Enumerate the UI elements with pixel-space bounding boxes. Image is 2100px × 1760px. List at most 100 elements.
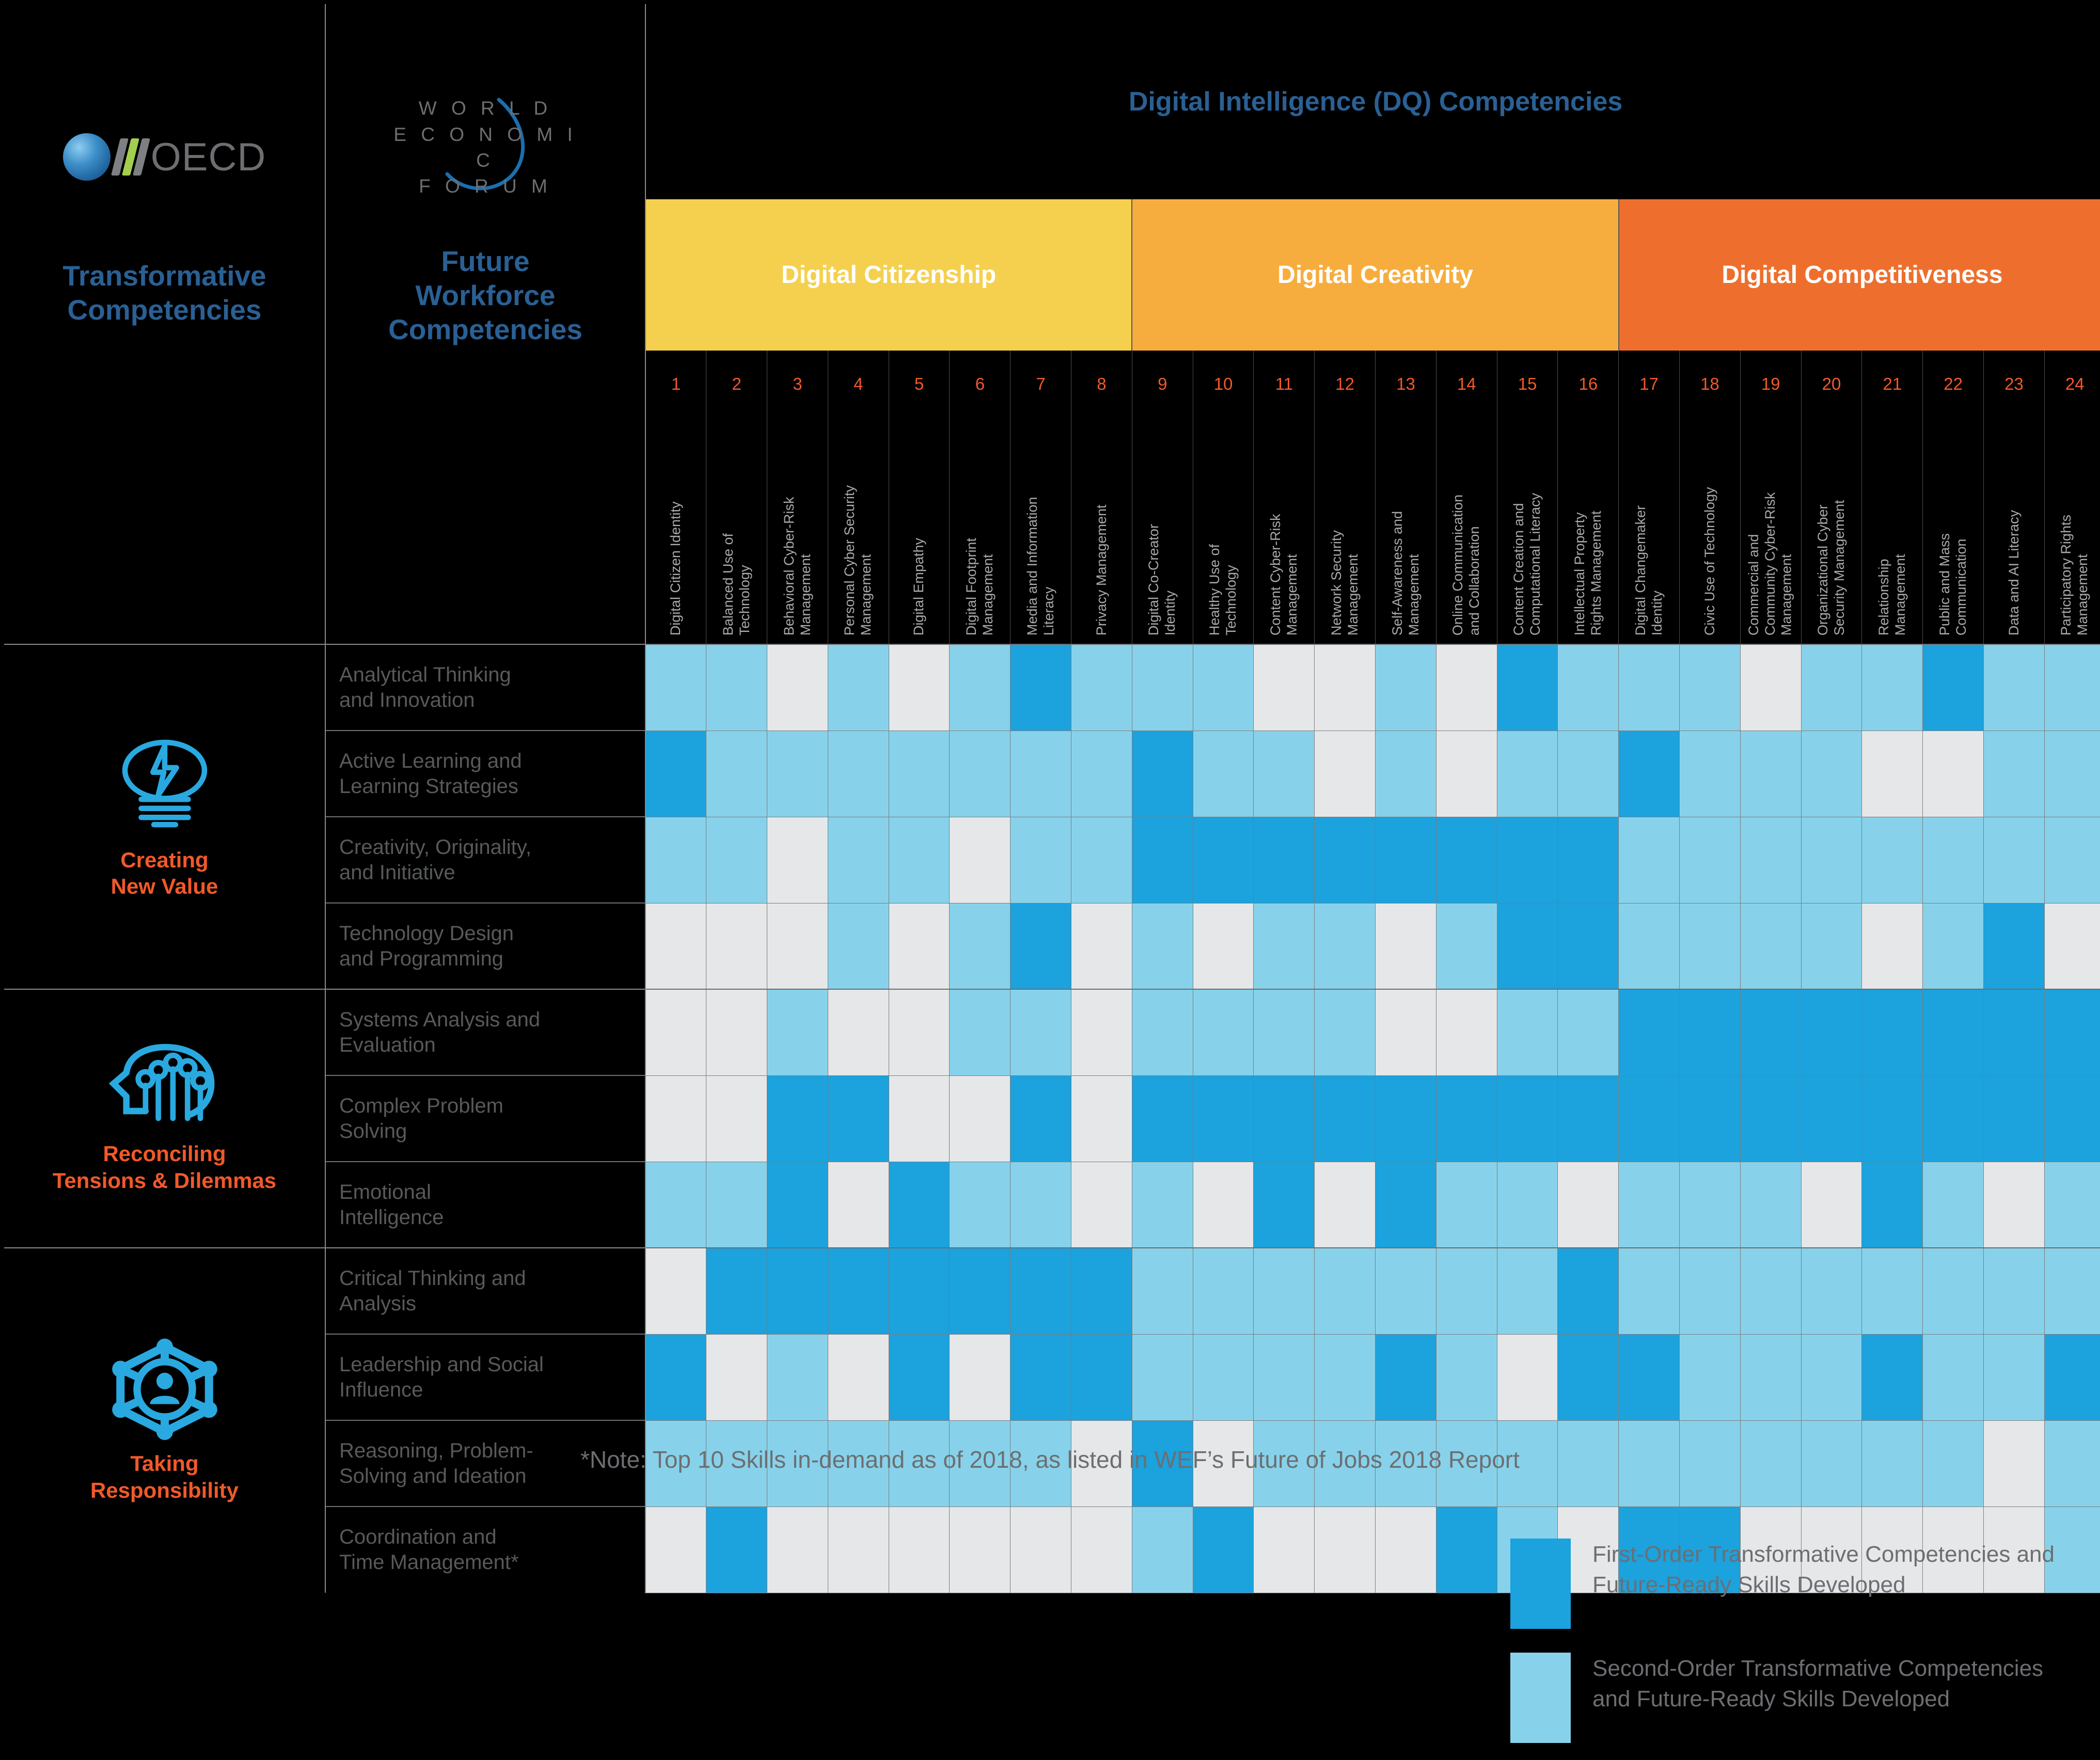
matrix-cell <box>888 1506 950 1593</box>
matrix-cell <box>1679 1334 1741 1421</box>
legend-swatch-second-order <box>1510 1653 1571 1743</box>
matrix-cell <box>1618 816 1680 903</box>
matrix-cell <box>767 1334 828 1421</box>
matrix-cell <box>1253 902 1315 990</box>
group-label: Creating New Value <box>110 847 218 898</box>
column-header-23: Data and AI Literacy <box>1983 417 2045 644</box>
matrix-cell <box>1679 902 1741 990</box>
matrix-cell <box>706 902 768 990</box>
row-header-label: Systems Analysis and Evaluation <box>325 989 646 1075</box>
matrix-cell <box>1983 644 2045 731</box>
matrix-cell <box>1679 989 1741 1076</box>
matrix-cell <box>1375 1247 1436 1335</box>
matrix-cell <box>1010 816 1072 903</box>
matrix-cell <box>827 644 889 731</box>
matrix-cell <box>1131 644 1193 731</box>
matrix-cell <box>1557 730 1619 817</box>
matrix-cell <box>1010 1506 1072 1593</box>
matrix-cell <box>1314 816 1376 903</box>
column-header-13: Self-Awareness and Management <box>1375 417 1436 644</box>
matrix-cell <box>1131 989 1193 1076</box>
matrix-cell <box>949 816 1011 903</box>
band-citizenship: Digital Citizenship <box>645 199 1132 351</box>
matrix-cell <box>645 1075 707 1162</box>
matrix-cell <box>1071 644 1132 731</box>
matrix-cell <box>949 1247 1011 1335</box>
matrix-cell <box>1192 1334 1254 1421</box>
column-header-label: Digital Footprint Management <box>964 537 996 636</box>
column-number-1: 1 <box>645 351 707 417</box>
matrix-cell <box>645 902 707 990</box>
column-header-label: Digital Co-Creator Identity <box>1146 524 1178 636</box>
matrix-cell <box>949 1075 1011 1162</box>
matrix-cell <box>888 730 950 817</box>
matrix-cell <box>1557 1247 1619 1335</box>
column-header-5: Digital Empathy <box>888 417 950 644</box>
matrix-cell <box>1375 1075 1436 1162</box>
matrix-cell <box>1740 1247 1802 1335</box>
matrix-cell <box>1253 1334 1315 1421</box>
matrix-cell <box>1496 1161 1558 1248</box>
column-number-24: 24 <box>2044 351 2100 417</box>
column-header-label: Balanced Use of Technology <box>720 533 752 636</box>
oecd-wordmark: OECD <box>150 135 266 179</box>
row-header-label: Critical Thinking and Analysis <box>325 1247 646 1334</box>
row-header-label: Leadership and Social Influence <box>325 1334 646 1420</box>
matrix-cell <box>1922 1247 1984 1335</box>
column-number-4: 4 <box>827 351 889 417</box>
matrix-cell <box>1435 1334 1497 1421</box>
column-number-5: 5 <box>888 351 950 417</box>
column-header-11: Content Cyber-Risk Management <box>1253 417 1315 644</box>
table-row: Taking Responsibility Critical Thinking … <box>4 1247 2100 1593</box>
matrix-cell <box>2044 816 2100 903</box>
matrix-cell <box>1922 1334 1984 1421</box>
column-number-13: 13 <box>1375 351 1436 417</box>
matrix-cell <box>1861 816 1923 903</box>
matrix-cell <box>645 816 707 903</box>
matrix-cell <box>1314 1161 1376 1248</box>
matrix-cell <box>888 902 950 990</box>
matrix-cell <box>1801 1075 1862 1162</box>
matrix-cell <box>1618 1161 1680 1248</box>
infographic-root: OECD Transformative Competencies W O R L… <box>0 0 2100 1760</box>
matrix-cell <box>1983 989 2045 1076</box>
matrix-cell <box>1071 730 1132 817</box>
matrix-cell <box>888 1161 950 1248</box>
matrix-cell <box>827 1334 889 1421</box>
matrix-cell <box>1557 1075 1619 1162</box>
column-header-label: Online Communication and Collaboration <box>1450 494 1482 636</box>
row-header-label: Emotional Intelligence <box>325 1161 646 1248</box>
matrix-cell <box>1618 1075 1680 1162</box>
column-number-22: 22 <box>1922 351 1984 417</box>
column-number-12: 12 <box>1314 351 1376 417</box>
matrix-cell <box>1557 1161 1619 1248</box>
column-header-20: Organizational Cyber Security Management <box>1801 417 1862 644</box>
matrix-cell <box>1983 1334 2045 1421</box>
matrix-cell <box>1131 1334 1193 1421</box>
lightbulb-bolt-icon <box>122 739 207 828</box>
matrix-cell <box>1071 1334 1132 1421</box>
wef-wordmark: W O R L D E C O N O M I C F O R U M <box>392 98 578 197</box>
matrix-cell <box>1375 1161 1436 1248</box>
matrix-cell <box>1983 816 2045 903</box>
column-header-label: Media and Information Literacy <box>1024 496 1056 636</box>
band-competitiveness: Digital Competitiveness <box>1618 199 2100 351</box>
column-header-label: Content Creation and Computational Liter… <box>1511 493 1543 636</box>
matrix-cell <box>1861 730 1923 817</box>
future-workforce-competencies-title: Future Workforce Competencies <box>388 245 582 345</box>
column-number-7: 7 <box>1010 351 1072 417</box>
matrix-cell <box>1557 902 1619 990</box>
matrix-cell <box>949 1334 1011 1421</box>
matrix-cell <box>949 730 1011 817</box>
matrix-cell <box>1253 1247 1315 1335</box>
matrix-cell <box>1131 1247 1193 1335</box>
matrix-cell <box>1071 1161 1132 1248</box>
column-header-label: Self-Awareness and Management <box>1389 511 1422 636</box>
matrix-cell <box>2044 1161 2100 1248</box>
wef-header-cell: W O R L D E C O N O M I C F O R U M Future… <box>325 4 646 417</box>
column-number-6: 6 <box>949 351 1011 417</box>
matrix-cell <box>1801 1334 1862 1421</box>
matrix-cell <box>1740 1075 1802 1162</box>
matrix-cell <box>827 1075 889 1162</box>
matrix-cell <box>1496 902 1558 990</box>
